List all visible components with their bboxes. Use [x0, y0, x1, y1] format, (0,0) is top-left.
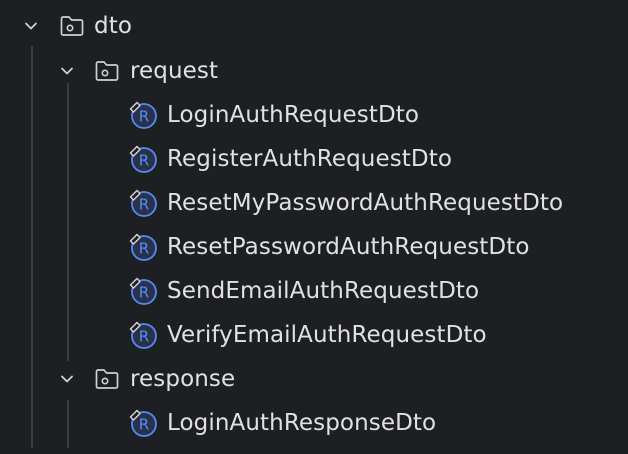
tree-node-response[interactable]: response	[0, 359, 628, 399]
svg-text:R: R	[139, 108, 149, 126]
svg-text:R: R	[139, 284, 149, 302]
record-class-icon: R	[128, 320, 158, 350]
svg-text:R: R	[139, 152, 149, 170]
record-class-icon: R	[128, 408, 158, 438]
record-class-icon: R	[128, 232, 158, 262]
record-class-icon: R	[128, 144, 158, 174]
folder-icon	[57, 11, 87, 41]
folder-icon	[92, 56, 122, 86]
project-tree: dto request R LoginAuthRequestDto R Regi…	[0, 0, 628, 454]
chevron-down-icon[interactable]	[53, 57, 81, 85]
tree-leaf-label: ResetPasswordAuthRequestDto	[167, 234, 530, 260]
tree-leaf-login-auth-request-dto[interactable]: R LoginAuthRequestDto	[0, 95, 628, 135]
tree-leaf-label: RegisterAuthRequestDto	[167, 146, 453, 172]
tree-node-dto[interactable]: dto	[0, 6, 628, 46]
tree-leaf-label: SendEmailAuthRequestDto	[167, 278, 480, 304]
svg-text:R: R	[139, 416, 149, 434]
svg-text:R: R	[139, 240, 149, 258]
tree-leaf-reset-my-password-auth-request-dto[interactable]: R ResetMyPasswordAuthRequestDto	[0, 183, 628, 223]
tree-leaf-verify-email-auth-request-dto[interactable]: R VerifyEmailAuthRequestDto	[0, 315, 628, 355]
tree-node-label: request	[130, 58, 219, 84]
tree-leaf-login-auth-response-dto[interactable]: R LoginAuthResponseDto	[0, 403, 628, 443]
tree-leaf-reset-password-auth-request-dto[interactable]: R ResetPasswordAuthRequestDto	[0, 227, 628, 267]
tree-node-label: dto	[94, 13, 132, 39]
tree-leaf-label: VerifyEmailAuthRequestDto	[167, 322, 487, 348]
tree-leaf-label: LoginAuthResponseDto	[167, 410, 437, 436]
chevron-down-icon[interactable]	[17, 12, 45, 40]
tree-node-label: response	[130, 366, 236, 392]
tree-leaf-register-auth-request-dto[interactable]: R RegisterAuthRequestDto	[0, 139, 628, 179]
svg-text:R: R	[139, 196, 149, 214]
svg-text:R: R	[139, 328, 149, 346]
tree-leaf-label: LoginAuthRequestDto	[167, 102, 420, 128]
chevron-down-icon[interactable]	[53, 365, 81, 393]
record-class-icon: R	[128, 276, 158, 306]
tree-leaf-send-email-auth-request-dto[interactable]: R SendEmailAuthRequestDto	[0, 271, 628, 311]
folder-icon	[92, 364, 122, 394]
tree-leaf-label: ResetMyPasswordAuthRequestDto	[167, 190, 564, 216]
record-class-icon: R	[128, 100, 158, 130]
tree-node-request[interactable]: request	[0, 51, 628, 91]
record-class-icon: R	[128, 188, 158, 218]
